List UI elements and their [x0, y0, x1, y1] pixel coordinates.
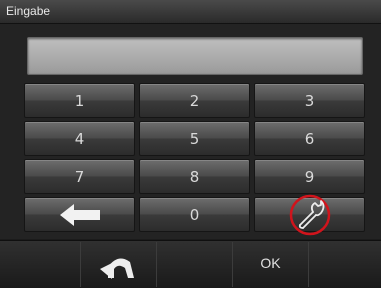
key-1[interactable]: 1 [24, 83, 135, 118]
title-bar: Eingabe [0, 0, 381, 24]
bottom-bar [0, 240, 381, 288]
key-0[interactable]: 0 [139, 197, 250, 232]
key-2[interactable]: 2 [139, 83, 250, 118]
wrench-icon [289, 194, 331, 236]
ok-button[interactable]: OK [233, 240, 308, 287]
key-3[interactable]: 3 [254, 83, 365, 118]
key-6[interactable]: 6 [254, 121, 365, 156]
key-7[interactable]: 7 [24, 159, 135, 194]
bottom-separator [308, 242, 309, 287]
key-8[interactable]: 8 [139, 159, 250, 194]
key-4[interactable]: 4 [24, 121, 135, 156]
backspace-button[interactable] [24, 197, 135, 232]
curved-arrow-back-icon [100, 258, 134, 279]
input-display[interactable] [27, 37, 363, 75]
key-5[interactable]: 5 [139, 121, 250, 156]
bottom-separator [156, 242, 157, 287]
key-9[interactable]: 9 [254, 159, 365, 194]
settings-button[interactable] [254, 194, 365, 236]
window-title: Eingabe [6, 4, 51, 18]
back-button[interactable] [81, 240, 156, 287]
arrow-left-icon [60, 204, 100, 226]
